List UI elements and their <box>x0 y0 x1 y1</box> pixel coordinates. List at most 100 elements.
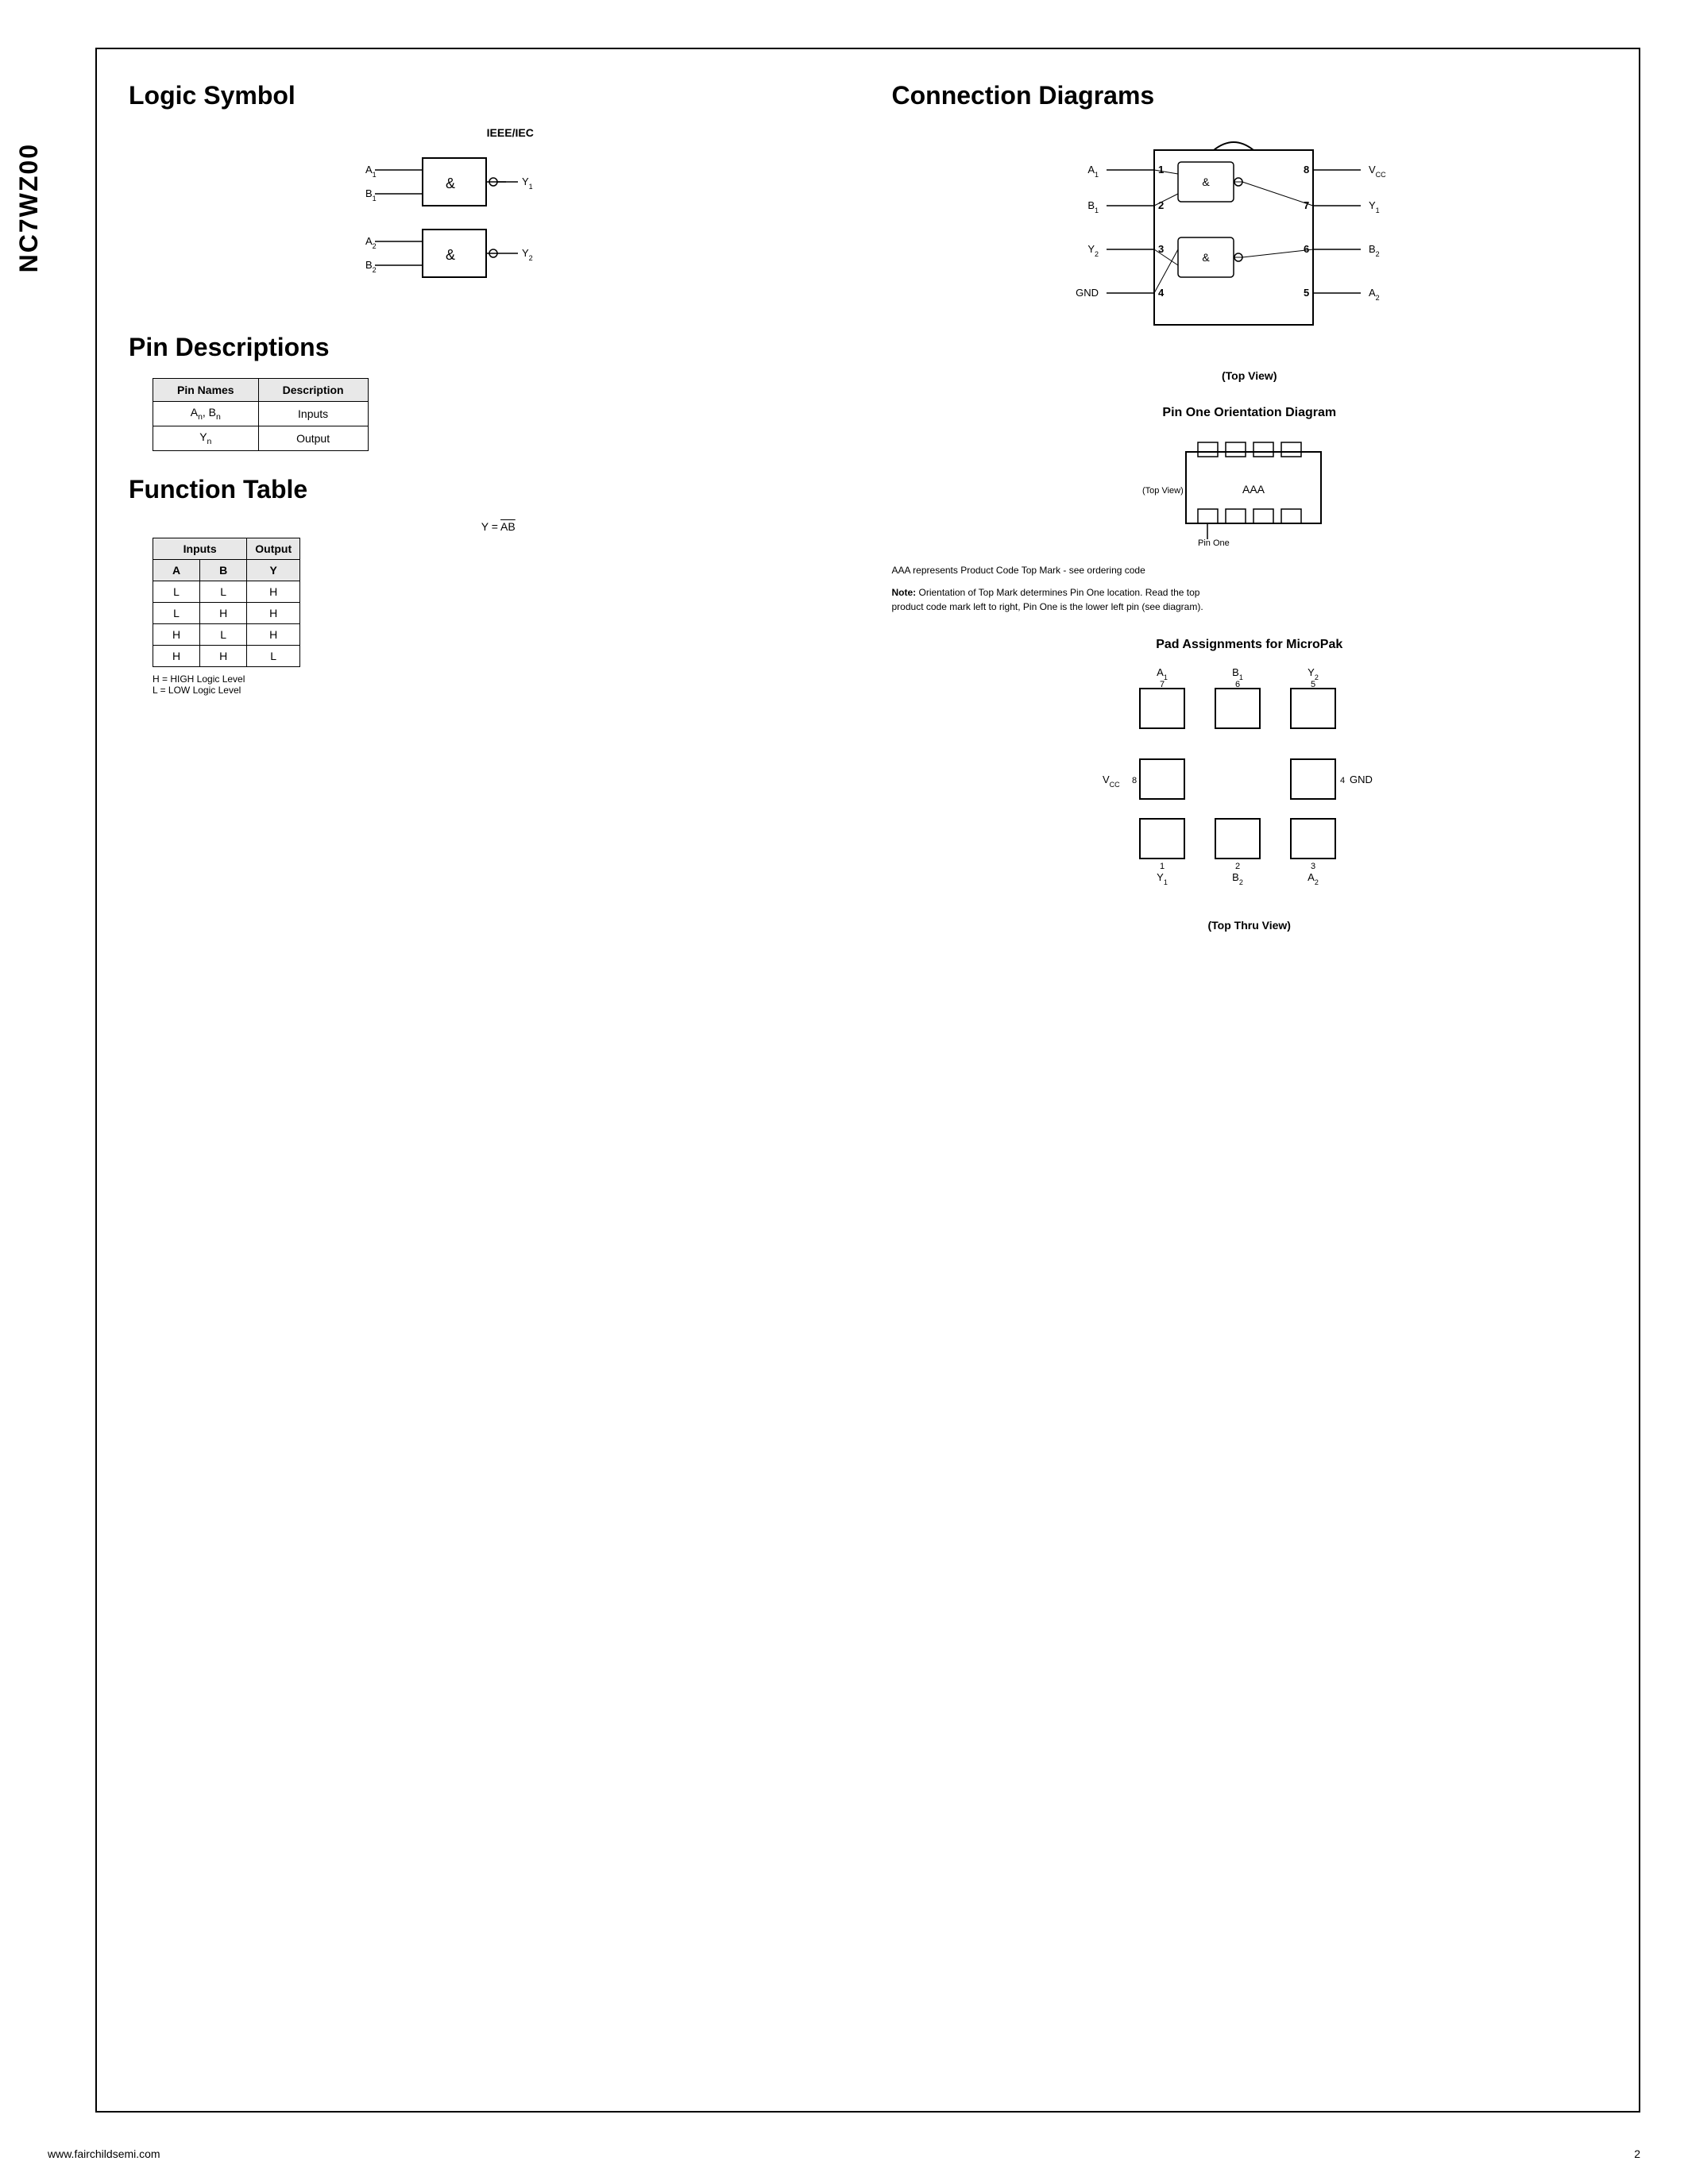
pin-desc-title: Pin Descriptions <box>129 333 844 362</box>
table-row: An, Bn Inputs <box>153 402 369 426</box>
svg-text:&: & <box>446 247 455 263</box>
svg-text:Y2: Y2 <box>1087 243 1099 258</box>
logic-symbol-title: Logic Symbol <box>129 81 844 110</box>
table-row: H L H <box>153 623 300 645</box>
cell-y: H <box>247 623 300 645</box>
aaa-note: AAA represents Product Code Top Mark - s… <box>892 563 1226 577</box>
cell-b: H <box>200 645 247 666</box>
svg-text:GND: GND <box>1076 287 1099 299</box>
legend-h: H = HIGH Logic Level <box>153 673 844 685</box>
function-table: Inputs Output A B Y L <box>153 538 300 667</box>
svg-text:6: 6 <box>1304 243 1309 255</box>
svg-text:Pin One: Pin One <box>1198 538 1230 548</box>
right-column: Connection Diagrams A1 1 <box>892 81 1608 947</box>
cell-b: L <box>200 623 247 645</box>
table-row: Yn Output <box>153 426 369 450</box>
pad-assign-title: Pad Assignments for MicroPak <box>892 638 1608 652</box>
cell-a: H <box>153 645 200 666</box>
svg-text:&: & <box>1202 251 1210 264</box>
svg-text:8: 8 <box>1132 776 1137 785</box>
pin-desc-cell: Inputs <box>258 402 368 426</box>
connection-diagrams-section: Connection Diagrams A1 1 <box>892 81 1608 932</box>
logic-symbol-section: Logic Symbol IEEE/IEC & A1 B <box>129 81 844 301</box>
cell-a: L <box>153 581 200 602</box>
connection-diagrams-title: Connection Diagrams <box>892 81 1608 110</box>
svg-text:4: 4 <box>1158 287 1165 299</box>
side-label: NC7WZ00 <box>14 143 44 272</box>
main-content: Logic Symbol IEEE/IEC & A1 B <box>95 48 1640 2113</box>
micropak-svg: A1 7 B1 6 Y2 5 VCC 8 <box>1099 660 1400 914</box>
cell-b: H <box>200 602 247 623</box>
table-row: H H L <box>153 645 300 666</box>
legend: H = HIGH Logic Level L = LOW Logic Level <box>153 673 844 696</box>
svg-text:3: 3 <box>1158 243 1164 255</box>
svg-text:A2: A2 <box>1369 287 1380 302</box>
function-table-section: Function Table Y = AB Inputs Output A <box>129 475 844 696</box>
pin-desc-cell: Output <box>258 426 368 450</box>
svg-text:B1: B1 <box>1087 199 1099 214</box>
footer-page: 2 <box>1634 2147 1640 2160</box>
cell-a: H <box>153 623 200 645</box>
svg-text:B1: B1 <box>365 187 377 203</box>
svg-text:A1: A1 <box>365 164 377 179</box>
top-view-svg: A1 1 B1 2 Y2 3 GND 4 <box>1059 126 1440 365</box>
two-column-layout: Logic Symbol IEEE/IEC & A1 B <box>129 81 1607 947</box>
top-thru-view-label: (Top Thru View) <box>892 919 1608 932</box>
col-y-header: Y <box>247 559 300 581</box>
svg-text:1: 1 <box>1160 862 1165 871</box>
pin-name-cell: An, Bn <box>153 402 259 426</box>
svg-text:1: 1 <box>1158 164 1164 176</box>
svg-text:GND: GND <box>1350 774 1373 785</box>
inputs-header: Inputs <box>153 538 247 559</box>
svg-text:&: & <box>1202 176 1210 188</box>
svg-text:3: 3 <box>1311 862 1315 871</box>
pin-orientation-svg: AAA (Top View) Pin One <box>1122 428 1377 555</box>
table-row: L H H <box>153 602 300 623</box>
legend-l: L = LOW Logic Level <box>153 685 844 696</box>
svg-text:B2: B2 <box>365 259 377 274</box>
svg-text:VCC: VCC <box>1103 774 1120 789</box>
cell-a: L <box>153 602 200 623</box>
cell-y: H <box>247 602 300 623</box>
cell-y: H <box>247 581 300 602</box>
footer-url: www.fairchildsemi.com <box>48 2147 160 2160</box>
svg-text:Y1: Y1 <box>1157 871 1168 886</box>
svg-text:Y1: Y1 <box>522 176 533 191</box>
svg-text:A2: A2 <box>1308 871 1319 886</box>
cell-b: L <box>200 581 247 602</box>
svg-text:AAA: AAA <box>1242 483 1265 496</box>
svg-text:2: 2 <box>1235 862 1240 871</box>
svg-text:VCC: VCC <box>1369 164 1386 179</box>
svg-text:7: 7 <box>1304 199 1309 211</box>
page: NC7WZ00 Logic Symbol IEEE/IEC & <box>0 0 1688 2184</box>
pin-one-title: Pin One Orientation Diagram <box>892 406 1608 420</box>
ieee-label: IEEE/IEC <box>176 126 844 139</box>
table-row: L L H <box>153 581 300 602</box>
col-a-header: A <box>153 559 200 581</box>
left-column: Logic Symbol IEEE/IEC & A1 B <box>129 81 844 947</box>
pin-table: Pin Names Description An, Bn Inputs Yn <box>153 378 369 451</box>
cell-y: L <box>247 645 300 666</box>
logic-symbol-svg: & A1 B1 Y1 & <box>351 142 621 301</box>
description-header: Description <box>258 379 368 402</box>
top-view-label: (Top View) <box>892 369 1608 382</box>
pin-names-header: Pin Names <box>153 379 259 402</box>
svg-text:4: 4 <box>1340 776 1345 785</box>
svg-text:A1: A1 <box>1087 164 1099 179</box>
svg-text:Y1: Y1 <box>1369 199 1380 214</box>
svg-text:8: 8 <box>1304 164 1309 176</box>
output-header: Output <box>247 538 300 559</box>
orientation-note: Note: Orientation of Top Mark determines… <box>892 585 1226 614</box>
footer: www.fairchildsemi.com 2 <box>0 2147 1688 2160</box>
pin-name-cell: Yn <box>153 426 259 450</box>
function-table-title: Function Table <box>129 475 844 504</box>
svg-text:B2: B2 <box>1232 871 1243 886</box>
svg-text:&: & <box>446 176 455 191</box>
pin-descriptions-section: Pin Descriptions Pin Names Description A… <box>129 333 844 451</box>
svg-text:A2: A2 <box>365 235 377 250</box>
svg-text:Y2: Y2 <box>522 247 533 262</box>
function-equation: Y = AB <box>153 520 844 533</box>
svg-text:5: 5 <box>1304 287 1309 299</box>
svg-text:B2: B2 <box>1369 243 1380 258</box>
svg-text:(Top View): (Top View) <box>1142 486 1184 496</box>
